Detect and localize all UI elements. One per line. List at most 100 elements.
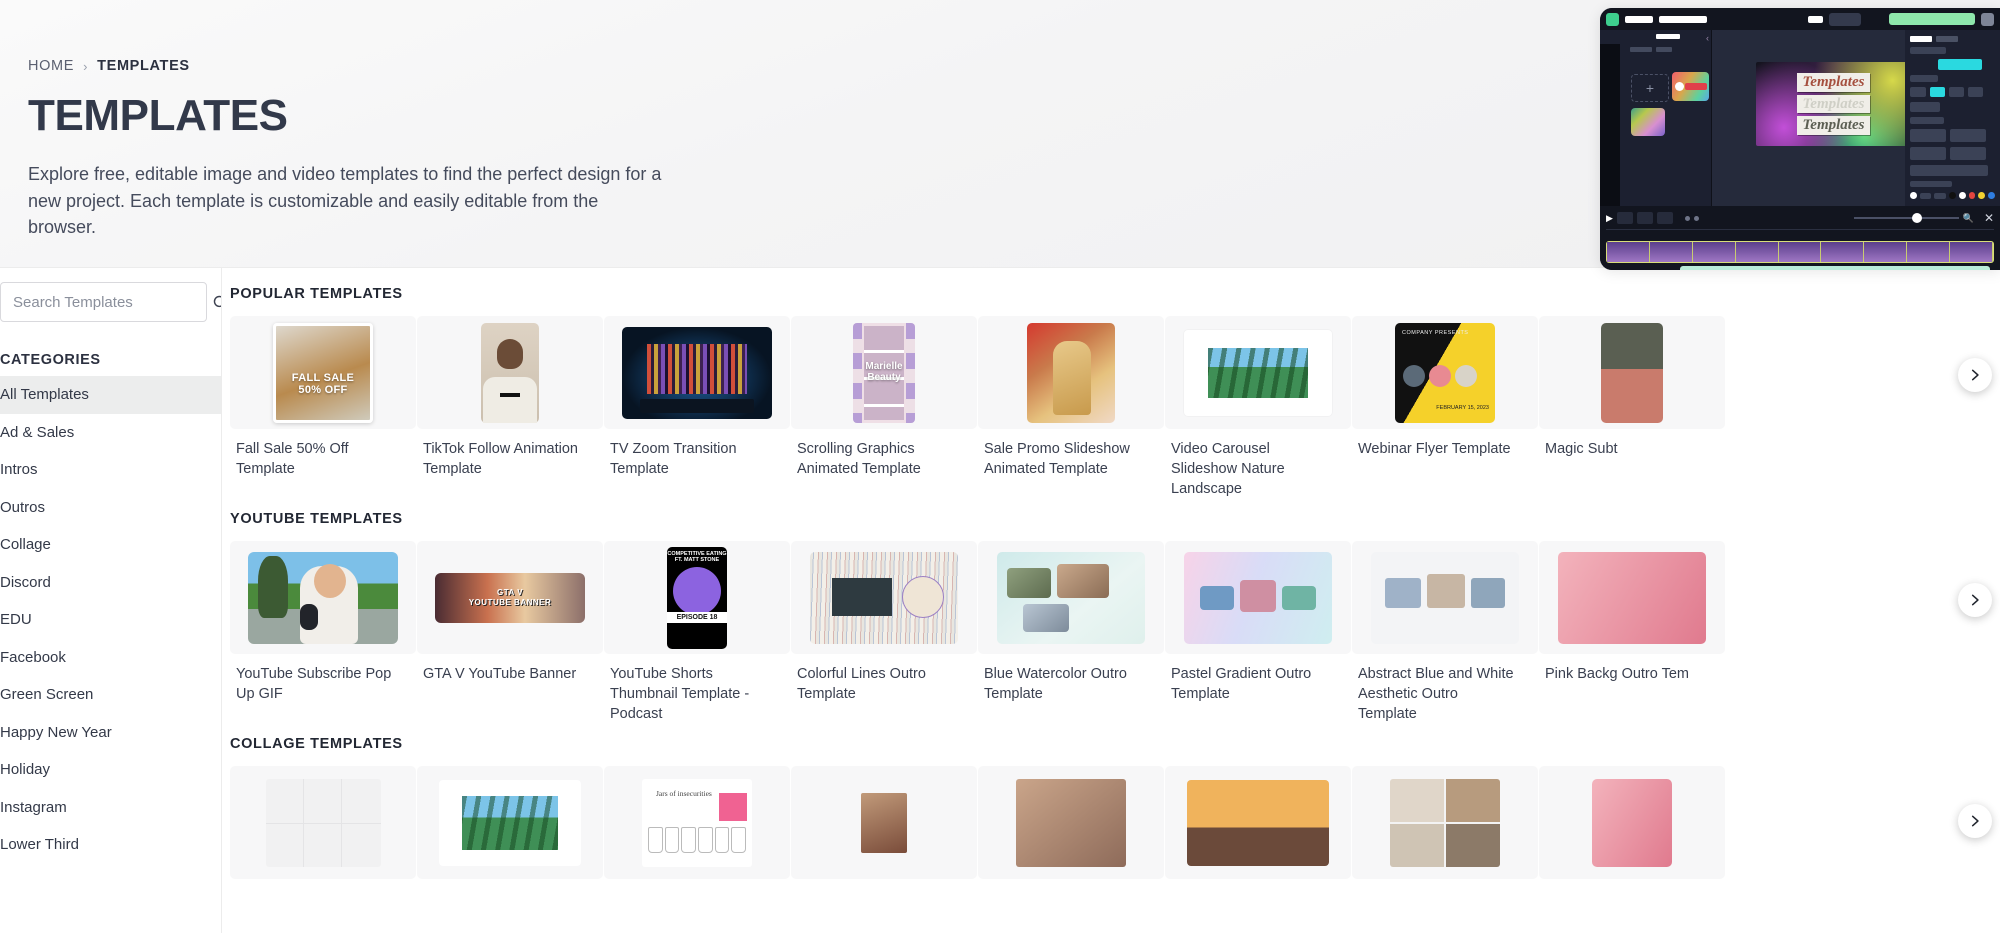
sidebar-item-edu[interactable]: EDU <box>0 601 221 639</box>
template-thumbnail[interactable] <box>1539 766 1725 879</box>
template-thumbnail[interactable] <box>1352 766 1538 879</box>
template-card[interactable]: Video Carousel Slideshow Nature Landscap… <box>1165 316 1351 499</box>
couple-photo-art <box>1016 779 1126 867</box>
template-card[interactable] <box>417 766 603 879</box>
editor-add-media-button: + <box>1631 74 1669 102</box>
template-title[interactable]: YouTube Shorts Thumbnail Template - Podc… <box>604 654 790 724</box>
sidebar-item-holiday[interactable]: Holiday <box>0 751 221 789</box>
template-thumbnail[interactable] <box>978 541 1164 654</box>
template-title[interactable]: Pastel Gradient Outro Template <box>1165 654 1351 704</box>
editor-prop-box-f <box>1950 129 1986 142</box>
template-card[interactable]: Pastel Gradient Outro Template <box>1165 541 1351 724</box>
swatch-white-2 <box>1959 192 1966 199</box>
palm-photo-art <box>439 780 581 866</box>
swatch-white <box>1910 192 1917 199</box>
search-input[interactable] <box>13 294 212 311</box>
template-thumbnail[interactable]: FALL SALE50% OFF <box>230 316 416 429</box>
template-thumbnail[interactable] <box>417 316 603 429</box>
sidebar-item-outros[interactable]: Outros <box>0 489 221 527</box>
template-card[interactable]: YouTube Subscribe Pop Up GIF <box>230 541 416 724</box>
template-title[interactable]: Sale Promo Slideshow Animated Template <box>978 429 1164 479</box>
template-card[interactable] <box>1539 766 1725 879</box>
sidebar-item-facebook[interactable]: Facebook <box>0 639 221 677</box>
sidebar-item-all-templates[interactable]: All Templates <box>0 376 221 414</box>
template-title[interactable]: Magic Subt <box>1539 429 1725 459</box>
template-title[interactable]: Video Carousel Slideshow Nature Landscap… <box>1165 429 1351 499</box>
search-icon[interactable] <box>212 294 222 311</box>
template-title[interactable]: Pink Backg Outro Tem <box>1539 654 1725 684</box>
template-thumbnail[interactable]: COMPETITIVE EATING FT. MATT STONE EPISOD… <box>604 541 790 654</box>
sidebar-item-instagram[interactable]: Instagram <box>0 789 221 827</box>
template-card[interactable] <box>1352 766 1538 879</box>
sidebar-item-lower-third[interactable]: Lower Third <box>0 826 221 864</box>
editor-panel-title <box>1656 34 1680 39</box>
template-card[interactable]: Sale Promo Slideshow Animated Template <box>978 316 1164 499</box>
sidebar-item-ad-and-sales[interactable]: Ad & Sales <box>0 414 221 452</box>
template-card[interactable]: COMPETITIVE EATING FT. MATT STONE EPISOD… <box>604 541 790 724</box>
template-card[interactable] <box>230 766 416 879</box>
sidebar-item-collage[interactable]: Collage <box>0 526 221 564</box>
zoom-slider-track <box>1854 217 1959 219</box>
template-thumbnail[interactable] <box>1539 541 1725 654</box>
template-thumbnail[interactable]: MarielleBeauty <box>791 316 977 429</box>
template-thumbnail[interactable] <box>1539 316 1725 429</box>
template-thumbnail[interactable] <box>417 766 603 879</box>
template-card[interactable]: Jars of insecurities <box>604 766 790 879</box>
template-card[interactable] <box>978 766 1164 879</box>
template-thumbnail[interactable]: COMPANY PRESENTS FEBRUARY 15, 2023 <box>1352 316 1538 429</box>
template-card[interactable]: Pink Backg Outro Tem <box>1539 541 1725 724</box>
template-title[interactable]: Scrolling Graphics Animated Template <box>791 429 977 479</box>
hero-editor-illustration: ‹ + Templates Templates Templates <box>1600 8 2000 270</box>
template-card[interactable] <box>1165 766 1351 879</box>
template-thumbnail[interactable] <box>1352 541 1538 654</box>
search-box[interactable] <box>0 282 207 322</box>
template-title[interactable]: TV Zoom Transition Template <box>604 429 790 479</box>
template-card[interactable]: Abstract Blue and White Aesthetic Outro … <box>1352 541 1538 724</box>
timeline-button-c <box>1657 212 1673 224</box>
template-card[interactable]: Magic Subt <box>1539 316 1725 499</box>
template-title[interactable]: Colorful Lines Outro Template <box>791 654 977 704</box>
carousel-next-youtube[interactable] <box>1958 583 1992 617</box>
carousel-next-collage[interactable] <box>1958 804 1992 838</box>
swatch-blue <box>1988 192 1995 199</box>
template-card[interactable]: FALL SALE50% OFF Fall Sale 50% Off Templ… <box>230 316 416 499</box>
template-card[interactable]: MarielleBeauty Scrolling Graphics Animat… <box>791 316 977 499</box>
sidebar-item-green-screen[interactable]: Green Screen <box>0 676 221 714</box>
editor-timeline: ▶ 🔍 ✕ <box>1600 206 2000 270</box>
template-title[interactable]: TikTok Follow Animation Template <box>417 429 603 479</box>
template-thumbnail[interactable] <box>978 316 1164 429</box>
template-title[interactable]: Fall Sale 50% Off Template <box>230 429 416 479</box>
section-label-collage: COLLAGE TEMPLATES <box>230 736 2000 752</box>
template-card[interactable] <box>791 766 977 879</box>
template-card[interactable]: COMPANY PRESENTS FEBRUARY 15, 2023 Webin… <box>1352 316 1538 499</box>
sidebar-item-happy-new-year[interactable]: Happy New Year <box>0 714 221 752</box>
template-thumbnail[interactable] <box>1165 766 1351 879</box>
template-title[interactable]: YouTube Subscribe Pop Up GIF <box>230 654 416 704</box>
template-thumbnail[interactable] <box>1165 316 1351 429</box>
template-thumbnail[interactable] <box>791 766 977 879</box>
fall-sale-line1: FALL SALE <box>292 372 354 384</box>
editor-topbar <box>1600 8 2000 30</box>
template-card[interactable]: TikTok Follow Animation Template <box>417 316 603 499</box>
template-title[interactable]: Blue Watercolor Outro Template <box>978 654 1164 704</box>
template-thumbnail[interactable]: GTA VYOUTUBE BANNER <box>417 541 603 654</box>
breadcrumb-home[interactable]: HOME <box>28 58 74 74</box>
template-thumbnail[interactable] <box>604 316 790 429</box>
template-thumbnail[interactable] <box>791 541 977 654</box>
template-card[interactable]: TV Zoom Transition Template <box>604 316 790 499</box>
template-card[interactable]: Colorful Lines Outro Template <box>791 541 977 724</box>
template-thumbnail[interactable]: Jars of insecurities <box>604 766 790 879</box>
template-thumbnail[interactable] <box>230 766 416 879</box>
template-thumbnail[interactable] <box>978 766 1164 879</box>
template-thumbnail[interactable] <box>1165 541 1351 654</box>
template-title[interactable]: GTA V YouTube Banner <box>417 654 603 684</box>
sidebar-item-discord[interactable]: Discord <box>0 564 221 602</box>
carousel-next-popular[interactable] <box>1958 358 1992 392</box>
editor-prop-box-b <box>1949 87 1964 97</box>
template-card[interactable]: Blue Watercolor Outro Template <box>978 541 1164 724</box>
template-card[interactable]: GTA VYOUTUBE BANNER GTA V YouTube Banner <box>417 541 603 724</box>
template-title[interactable]: Webinar Flyer Template <box>1352 429 1538 459</box>
sidebar-item-intros[interactable]: Intros <box>0 451 221 489</box>
template-title[interactable]: Abstract Blue and White Aesthetic Outro … <box>1352 654 1538 724</box>
template-thumbnail[interactable] <box>230 541 416 654</box>
